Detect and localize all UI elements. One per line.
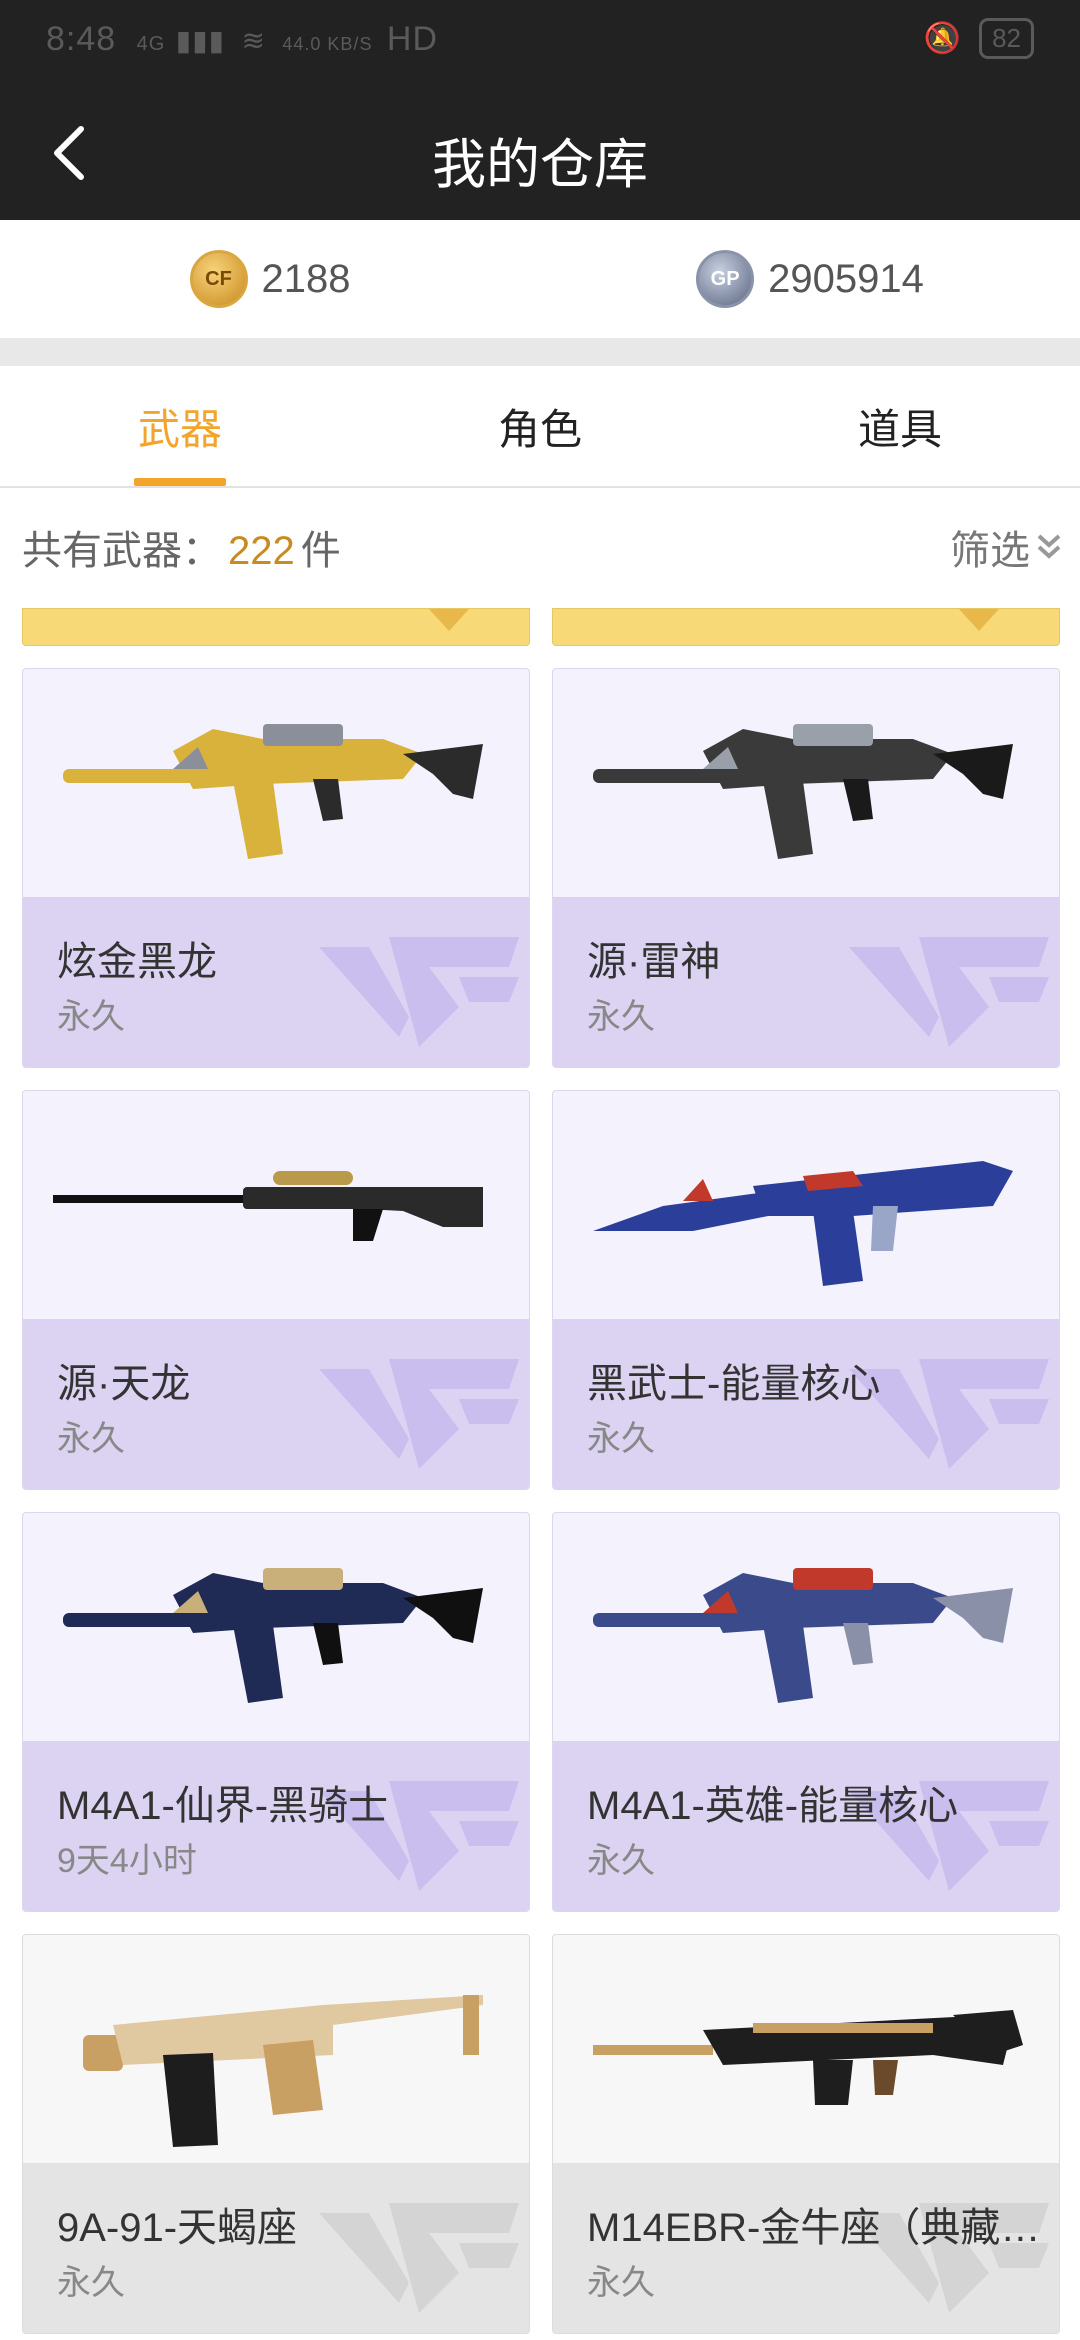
tab-weapons-label: 武器 xyxy=(137,405,222,453)
currency-bar: CF 2188 GP 2905914 xyxy=(0,220,1080,338)
mute-icon: 🔕 xyxy=(923,22,962,55)
tab-characters-label: 角色 xyxy=(497,405,582,453)
weapon-image-area xyxy=(23,1091,529,1319)
category-tabs: 武器 角色 道具 xyxy=(0,366,1080,488)
tab-weapons[interactable]: 武器 xyxy=(0,366,360,486)
status-network: 4G xyxy=(136,33,166,55)
wifi-icon: ≋ xyxy=(241,25,266,56)
weapon-image-area xyxy=(553,669,1059,897)
weapon-count-label: 共有武器： xyxy=(22,529,222,573)
weapon-card[interactable]: M4A1-英雄-能量核心永久 xyxy=(552,1512,1060,1912)
tab-characters[interactable]: 角色 xyxy=(360,366,720,486)
tab-items[interactable]: 道具 xyxy=(720,366,1080,486)
filter-button[interactable]: 筛选 xyxy=(950,518,1062,576)
weapon-info: M4A1-仙界-黑骑士 9天4小时 xyxy=(23,1741,529,1911)
weapon-info: M4A1-英雄-能量核心永久 xyxy=(553,1741,1059,1911)
weapon-name: 源·雷神 xyxy=(587,940,721,984)
partial-card-left[interactable] xyxy=(22,608,530,646)
weapon-image xyxy=(63,1568,483,1703)
status-bar: 8:48 4G ▮▮▮ ≋ 44.0 KB/S HD 🔕 82 xyxy=(0,0,1080,86)
weapon-card[interactable]: 源·雷神永久 xyxy=(552,668,1060,1068)
weapon-name: M4A1-仙界-黑骑士 xyxy=(57,1784,389,1828)
weapon-grid: 炫金黑龙 永久 源·雷神 永久 源·天龙 永久 黑武士-能量核心 永久 M4A1-仙界-黑骑士 9… xyxy=(0,598,1080,2340)
cf-coin-icon: CF xyxy=(189,250,248,308)
weapon-duration: 永久 xyxy=(57,998,125,1036)
weapon-image xyxy=(593,724,1013,859)
weapon-image-area xyxy=(23,1935,529,2163)
weapon-card[interactable]: 炫金黑龙 永久 xyxy=(22,668,530,1068)
status-left: 8:48 4G ▮▮▮ ≋ 44.0 KB/S HD xyxy=(46,20,438,59)
filter-label: 筛选 xyxy=(950,529,1030,573)
gp-currency: GP 2905914 xyxy=(540,220,1080,338)
weapon-info: 黑武士-能量核心永久 xyxy=(553,1319,1059,1489)
weapon-image xyxy=(53,1171,483,1241)
signal-icon: ▮▮▮ xyxy=(175,25,226,56)
weapon-card[interactable]: 源·天龙永久 xyxy=(22,1090,530,1490)
weapon-card[interactable]: 黑武士-能量核心永久 xyxy=(552,1090,1060,1490)
weapon-image xyxy=(83,1995,483,2147)
status-right: 🔕 82 xyxy=(924,18,1034,59)
weapon-card[interactable]: M4A1-仙界-黑骑士 9天4小时 xyxy=(22,1512,530,1912)
weapon-name: 炫金黑龙 xyxy=(57,940,217,984)
page-title: 我的仓库 xyxy=(432,135,648,195)
weapon-info: M14EBR-金牛座（典藏… 永久 xyxy=(553,2163,1059,2333)
weapon-info: 炫金黑龙 永久 xyxy=(23,897,529,1067)
inventory-summary: 共有武器： 222 件 筛选 xyxy=(0,488,1080,598)
weapon-count: 共有武器： 222 件 xyxy=(22,518,341,576)
status-speed: 44.0 KB/S xyxy=(282,34,373,54)
weapon-duration: 永久 xyxy=(587,1842,655,1880)
weapon-card[interactable]: 9A-91-天蝎座永久 xyxy=(22,1934,530,2334)
double-chevron-down-icon xyxy=(1037,534,1061,559)
weapon-count-unit: 件 xyxy=(300,529,341,573)
weapon-duration: 永久 xyxy=(587,1420,655,1458)
tab-active-indicator xyxy=(134,478,226,486)
weapon-image-area xyxy=(553,1935,1059,2163)
weapon-name: 源·天龙 xyxy=(57,1362,191,1406)
header-bar: 我的仓库 xyxy=(0,86,1080,220)
weapon-duration: 永久 xyxy=(57,2264,125,2302)
cf-amount: 2188 xyxy=(261,256,351,301)
weapon-image-area xyxy=(23,669,529,897)
weapon-info: 源·天龙永久 xyxy=(23,1319,529,1489)
weapon-image xyxy=(593,1161,1013,1286)
weapon-duration: 永久 xyxy=(57,1420,125,1458)
weapon-name: M14EBR-金牛座（典藏… xyxy=(587,2206,1041,2250)
status-hd: HD xyxy=(386,20,439,58)
section-divider xyxy=(0,338,1080,366)
gp-coin-icon: GP xyxy=(696,250,755,308)
weapon-info: 9A-91-天蝎座永久 xyxy=(23,2163,529,2333)
battery-indicator: 82 xyxy=(979,18,1034,59)
weapon-name: 9A-91-天蝎座 xyxy=(57,2206,298,2250)
cf-currency: CF 2188 xyxy=(0,220,540,338)
weapon-count-number: 222 xyxy=(228,529,295,573)
weapon-info: 源·雷神永久 xyxy=(553,897,1059,1067)
weapon-duration: 9天4小时 xyxy=(57,1842,197,1880)
weapon-duration: 永久 xyxy=(587,2264,655,2302)
partial-card-right[interactable] xyxy=(552,608,1060,646)
weapon-name: 黑武士-能量核心 xyxy=(587,1362,881,1406)
weapon-duration: 永久 xyxy=(587,998,655,1036)
weapon-image xyxy=(593,2010,1023,2105)
status-time: 8:48 xyxy=(46,20,117,58)
gp-amount: 2905914 xyxy=(768,256,924,301)
weapon-image xyxy=(593,1568,1013,1703)
weapon-name: M4A1-英雄-能量核心 xyxy=(587,1784,959,1828)
weapon-image-area xyxy=(553,1513,1059,1741)
weapon-image xyxy=(63,724,483,859)
tab-items-label: 道具 xyxy=(857,405,942,453)
weapon-image-area xyxy=(23,1513,529,1741)
weapon-card[interactable]: M14EBR-金牛座（典藏… 永久 xyxy=(552,1934,1060,2334)
weapon-image-area xyxy=(553,1091,1059,1319)
